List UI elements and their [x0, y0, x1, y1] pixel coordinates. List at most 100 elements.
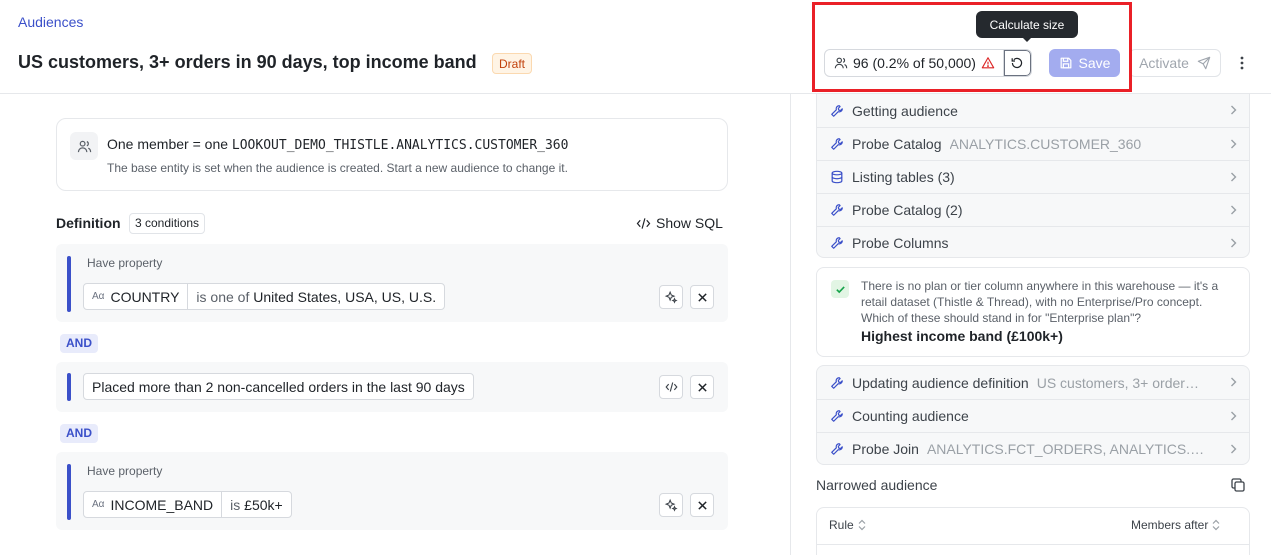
property-segment[interactable]: Aα INCOME_BAND [84, 492, 221, 517]
agent-steps-list-2: Updating audience definition US customer… [816, 365, 1250, 465]
step-label: Probe Join [852, 441, 919, 457]
close-icon [697, 292, 708, 303]
status-badge: Draft [492, 53, 533, 74]
step-row-probe-catalog[interactable]: Probe Catalog ANALYTICS.CUSTOMER_360 [817, 127, 1249, 160]
base-entity-table: LOOKOUT_DEMO_THISTLE.ANALYTICS.CUSTOMER_… [231, 138, 569, 153]
ai-suggest-button[interactable] [659, 493, 683, 517]
property-name: INCOME_BAND [110, 496, 214, 513]
condition-card-country: Have property Aα COUNTRY is one of United… [56, 244, 728, 322]
condition-caption: Have property [87, 464, 163, 478]
highlight-annotation [812, 2, 1132, 92]
chevron-right-icon [1230, 205, 1237, 215]
wrench-icon [830, 236, 844, 250]
wrench-icon [830, 104, 844, 118]
more-options-button[interactable] [1232, 52, 1252, 74]
show-sql-label: Show SQL [656, 215, 723, 231]
value: £50k+ [244, 496, 283, 513]
step-label: Listing tables (3) [852, 169, 955, 185]
base-entity-prefix: One member = one [107, 136, 232, 152]
edit-sql-button[interactable] [659, 375, 683, 399]
agent-steps-list: Getting audience Probe Catalog ANALYTICS… [816, 94, 1250, 258]
close-icon [697, 500, 708, 511]
remove-condition-button[interactable] [690, 493, 714, 517]
activate-button[interactable]: Activate [1129, 49, 1221, 77]
remove-condition-button[interactable] [690, 375, 714, 399]
step-label: Getting audience [852, 102, 958, 119]
chevron-right-icon [1230, 411, 1237, 421]
chevron-right-icon [1230, 238, 1237, 248]
step-label: Updating audience definition [852, 374, 1029, 391]
chevron-right-icon [1230, 377, 1237, 387]
condition-card-orders: Placed more than 2 non-cancelled orders … [56, 362, 728, 412]
operator-value-segment[interactable]: is £50k+ [221, 492, 291, 517]
ai-suggest-button[interactable] [659, 285, 683, 309]
column-header-label: Rule [829, 518, 854, 532]
and-connector: AND [60, 334, 98, 353]
base-entity-card [56, 118, 728, 191]
operator: is one of [196, 288, 250, 305]
condition-caption: Have property [87, 256, 163, 270]
definition-heading: Definition [56, 215, 121, 231]
remove-condition-button[interactable] [690, 285, 714, 309]
code-icon [636, 217, 651, 230]
step-row-counting-audience[interactable]: Counting audience [817, 399, 1249, 432]
and-connector: AND [60, 424, 98, 443]
narrowed-audience-heading: Narrowed audience [816, 477, 938, 493]
users-icon [70, 132, 98, 160]
wrench-icon [830, 203, 844, 217]
check-icon [831, 280, 849, 298]
wrench-icon [830, 442, 844, 456]
sparkles-icon [664, 498, 678, 512]
step-label: Probe Catalog (2) [852, 202, 963, 218]
step-label: Probe Catalog [852, 136, 942, 152]
condition-accent-bar [67, 373, 71, 401]
text-type-icon: Aα [92, 499, 105, 510]
step-row-probe-catalog-2[interactable]: Probe Catalog (2) [817, 193, 1249, 226]
table-header-divider [817, 544, 1249, 545]
chevron-right-icon [1230, 444, 1237, 454]
sort-icon [1212, 519, 1220, 531]
wrench-icon [830, 137, 844, 151]
column-header-rule[interactable]: Rule [829, 518, 866, 532]
condition-card-income: Have property Aα INCOME_BAND is £50k+ [56, 452, 728, 530]
condition-pill-orders[interactable]: Placed more than 2 non-cancelled orders … [83, 373, 474, 400]
condition-accent-bar [67, 464, 71, 520]
activate-label: Activate [1139, 55, 1189, 71]
clarification-choice: Highest income band (£100k+) [861, 328, 1063, 344]
copy-button[interactable] [1230, 477, 1246, 493]
text-type-icon: Aα [92, 291, 105, 302]
step-label: Probe Columns [852, 235, 949, 251]
database-icon [830, 170, 844, 184]
step-label: Counting audience [852, 408, 969, 424]
conditions-count-badge: 3 conditions [129, 213, 206, 234]
panel-divider [790, 94, 791, 555]
show-sql-button[interactable]: Show SQL [636, 215, 723, 231]
property-name: COUNTRY [110, 288, 180, 305]
condition-accent-bar [67, 256, 71, 312]
step-row-probe-columns[interactable]: Probe Columns [817, 226, 1249, 259]
operator-value-segment[interactable]: is one of United States, USA, US, U.S. [187, 284, 444, 309]
condition-pill-income[interactable]: Aα INCOME_BAND is £50k+ [83, 491, 292, 518]
value: United States, USA, US, U.S. [253, 288, 437, 305]
breadcrumb-audiences[interactable]: Audiences [18, 14, 83, 30]
condition-text: Placed more than 2 non-cancelled orders … [92, 378, 465, 395]
property-segment[interactable]: Aα COUNTRY [84, 284, 187, 309]
step-row-getting-audience[interactable]: Getting audience [817, 94, 1249, 127]
send-icon [1197, 56, 1211, 70]
close-icon [697, 382, 708, 393]
condition-pill-country[interactable]: Aα COUNTRY is one of United States, USA, … [83, 283, 446, 310]
column-header-label: Members after [1131, 518, 1209, 532]
chevron-right-icon [1230, 172, 1237, 182]
base-entity-subtitle: The base entity is set when the audience… [107, 161, 568, 175]
more-vertical-icon [1240, 56, 1244, 70]
step-row-updating-definition[interactable]: Updating audience definition US customer… [817, 366, 1249, 399]
chevron-right-icon [1230, 139, 1237, 149]
step-detail: US customers, 3+ orders in 90 days, top … [1036, 374, 1202, 391]
step-row-listing-tables[interactable]: Listing tables (3) [817, 160, 1249, 193]
clarification-question: There is no plan or tier column anywhere… [861, 279, 1219, 325]
wrench-icon [830, 376, 844, 390]
column-header-members-after[interactable]: Members after [1131, 518, 1220, 532]
sparkles-icon [664, 290, 678, 304]
code-icon [664, 381, 678, 393]
step-row-probe-join[interactable]: Probe Join ANALYTICS.FCT_ORDERS, ANALYTI… [817, 432, 1249, 465]
